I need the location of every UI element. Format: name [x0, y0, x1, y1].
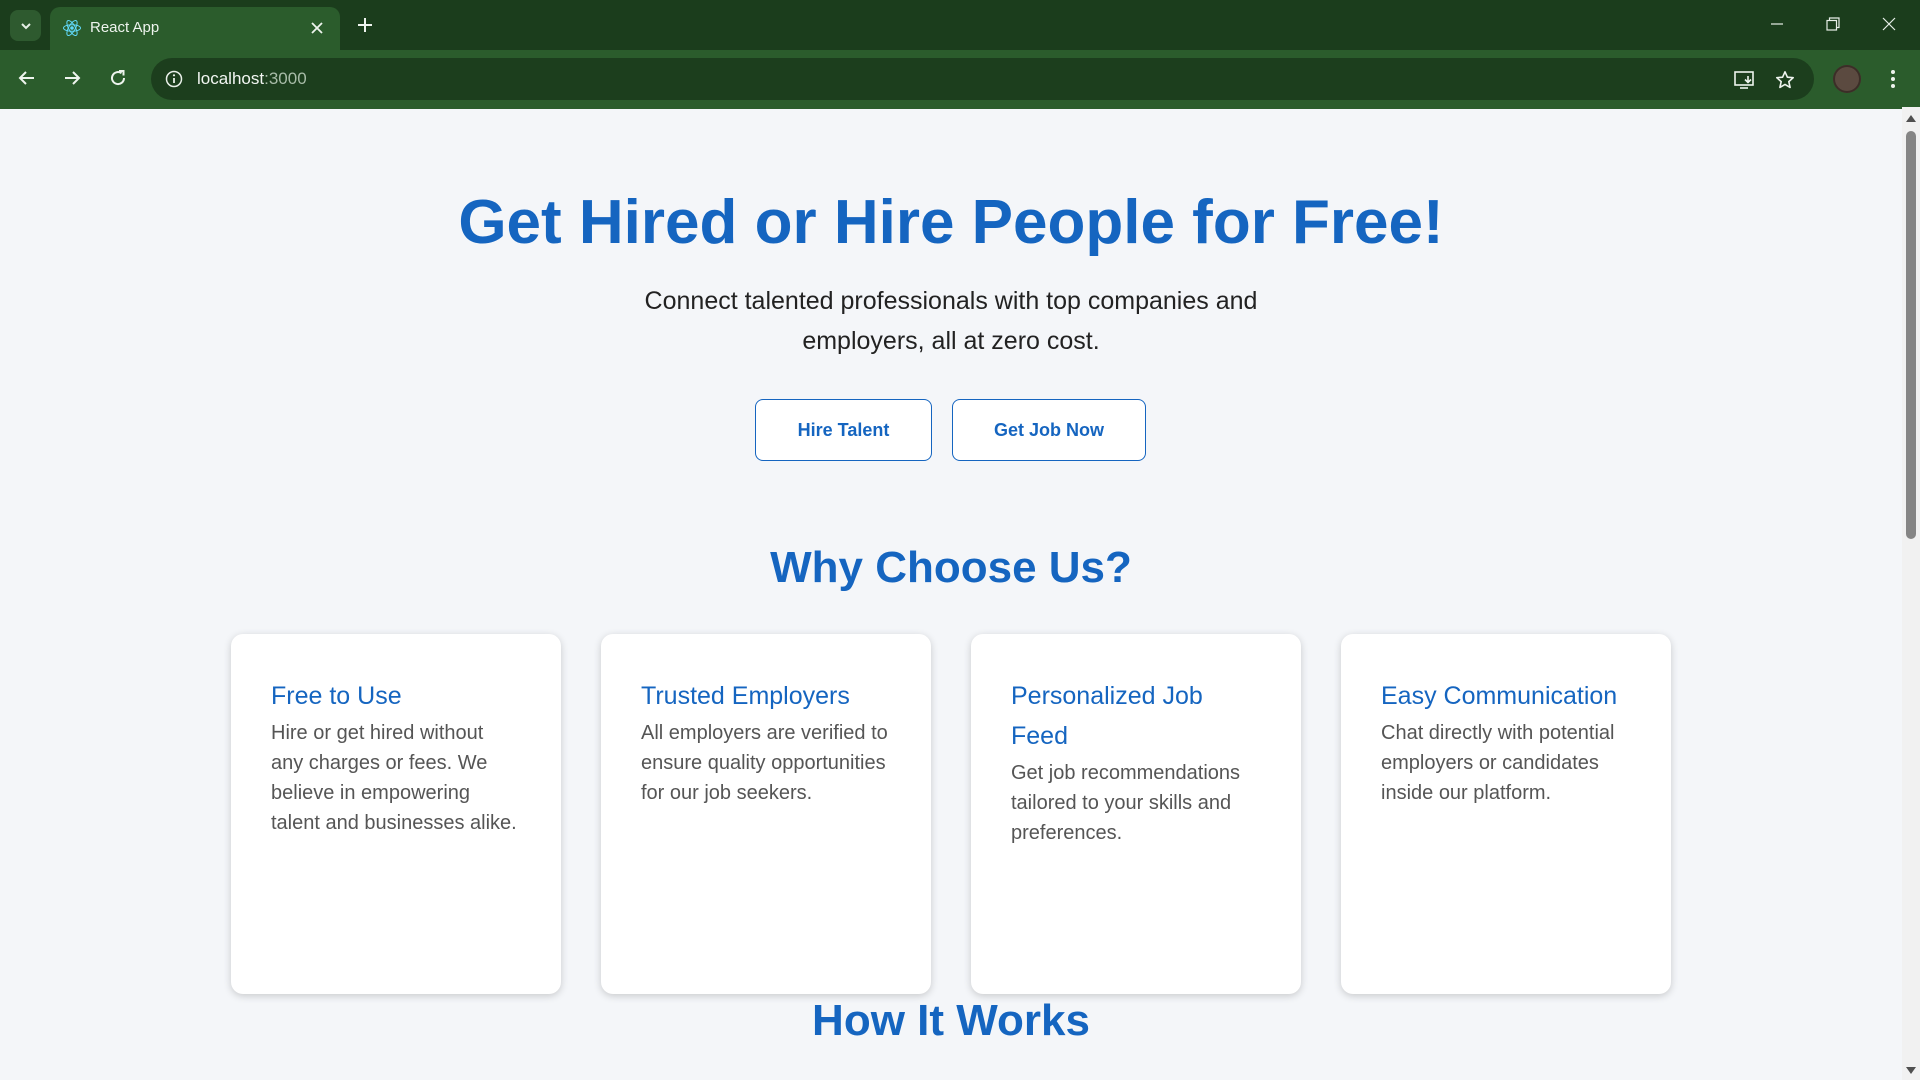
feature-card-title: Easy Communication [1381, 682, 1618, 710]
site-info-button[interactable] [163, 68, 185, 90]
get-job-now-button[interactable]: Get Job Now [952, 399, 1146, 461]
close-icon [311, 22, 323, 34]
close-icon [1882, 17, 1896, 31]
back-button[interactable] [11, 62, 43, 94]
bookmark-button[interactable] [1773, 68, 1797, 92]
scroll-up-arrow-icon[interactable] [1906, 115, 1916, 122]
feature-card-text: Hire or get hired without any charges or… [271, 722, 517, 834]
react-logo-icon [63, 19, 81, 37]
chevron-down-icon [20, 22, 31, 29]
how-it-works-heading: How It Works [812, 996, 1090, 1045]
more-vertical-icon [1891, 70, 1895, 88]
why-choose-us-heading: Why Choose Us? [770, 543, 1132, 592]
page-scrollbar[interactable] [1902, 107, 1920, 1080]
scroll-thumb[interactable] [1906, 131, 1916, 539]
reload-button[interactable] [102, 62, 134, 94]
url-host: localhost [197, 69, 265, 88]
minimize-icon [1771, 23, 1783, 25]
new-tab-button[interactable] [352, 12, 378, 38]
feature-card-trusted: Trusted Employers All employers are veri… [601, 634, 931, 994]
feature-card-text: Chat directly with potential employers o… [1381, 722, 1615, 804]
profile-avatar[interactable] [1833, 65, 1861, 93]
info-icon [165, 70, 183, 88]
close-window-button[interactable] [1861, 0, 1917, 48]
feature-card-personalized: Personalized Job Feed Get job recommenda… [971, 634, 1301, 994]
feature-card-title: Personalized Job Feed [1011, 682, 1203, 750]
tab-search-button[interactable] [10, 10, 41, 41]
hero-title: Get Hired or Hire People for Free! [458, 188, 1444, 257]
hire-talent-button[interactable]: Hire Talent [755, 399, 932, 461]
arrow-left-icon [18, 71, 34, 85]
tab-title: React App [90, 19, 160, 36]
install-app-icon [1734, 71, 1754, 89]
feature-card-title: Free to Use [271, 682, 402, 710]
feature-card-free: Free to Use Hire or get hired without an… [231, 634, 561, 994]
hero-subtitle: Connect talented professionals with top … [644, 287, 1258, 355]
scroll-down-arrow-icon[interactable] [1906, 1067, 1916, 1074]
minimize-button[interactable] [1749, 0, 1805, 48]
feature-card-communication: Easy Communication Chat directly with po… [1341, 634, 1671, 994]
feature-card-text: Get job recommendations tailored to your… [1011, 762, 1241, 844]
restore-icon [1826, 17, 1840, 31]
tab-close-button[interactable] [306, 17, 328, 39]
feature-card-text: All employers are verified to ensure qua… [641, 722, 888, 804]
install-app-button[interactable] [1733, 68, 1757, 92]
address-bar[interactable]: localhost:3000 [151, 58, 1814, 100]
arrow-right-icon [65, 71, 81, 85]
browser-menu-button[interactable] [1880, 63, 1906, 95]
browser-toolbar: localhost:3000 [0, 50, 1920, 107]
star-icon [1776, 71, 1794, 89]
url-port: :3000 [264, 69, 307, 88]
restore-button[interactable] [1805, 0, 1861, 48]
feature-card-title: Trusted Employers [641, 682, 850, 710]
page-viewport: Get Hired or Hire People for Free! Conne… [0, 107, 1902, 1080]
url-text: localhost:3000 [197, 69, 307, 89]
plus-icon [358, 18, 372, 32]
browser-tab[interactable]: React App [50, 7, 340, 50]
browser-titlebar: React App [0, 0, 1920, 50]
forward-button[interactable] [56, 62, 88, 94]
reload-icon [111, 70, 126, 86]
